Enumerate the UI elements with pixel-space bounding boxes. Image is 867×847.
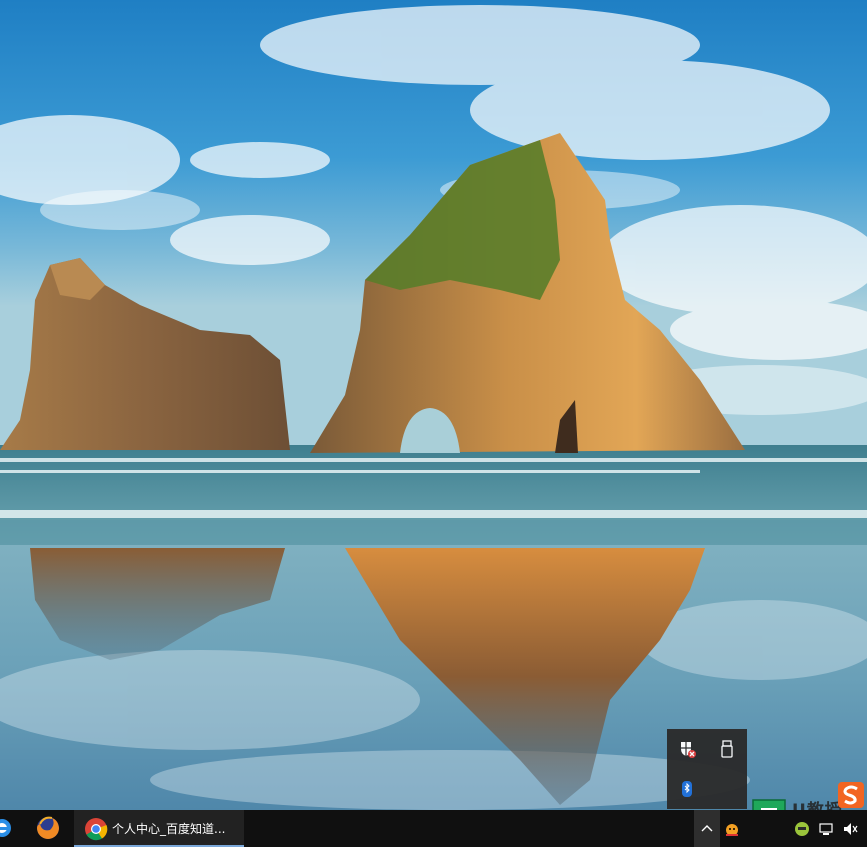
network-icon[interactable]	[818, 821, 834, 837]
firefox-icon	[37, 816, 59, 839]
chevron-up-icon	[701, 825, 713, 832]
tray-overflow-flyout	[667, 729, 747, 809]
app-icon[interactable]	[794, 821, 810, 837]
show-hidden-icons-button[interactable]	[694, 810, 720, 847]
chrome-icon	[85, 818, 108, 841]
edge-icon	[0, 819, 11, 837]
bluetooth-icon[interactable]	[677, 779, 697, 799]
input-method-icon[interactable]	[724, 821, 740, 837]
speaker-icon[interactable]	[842, 821, 858, 837]
usb-drive-icon[interactable]	[717, 739, 737, 759]
taskbar-edge-button[interactable]	[0, 810, 20, 847]
taskbar-firefox-button[interactable]	[28, 810, 68, 847]
security-shield-icon[interactable]	[677, 739, 697, 759]
chrome-window-title: 个人中心_百度知道...	[112, 822, 226, 836]
taskbar-chrome-window-button[interactable]: 个人中心_百度知道...	[74, 810, 244, 847]
desktop: U教授	[0, 0, 867, 847]
desktop-wallpaper	[0, 0, 867, 810]
sogou-s-icon	[838, 782, 864, 808]
